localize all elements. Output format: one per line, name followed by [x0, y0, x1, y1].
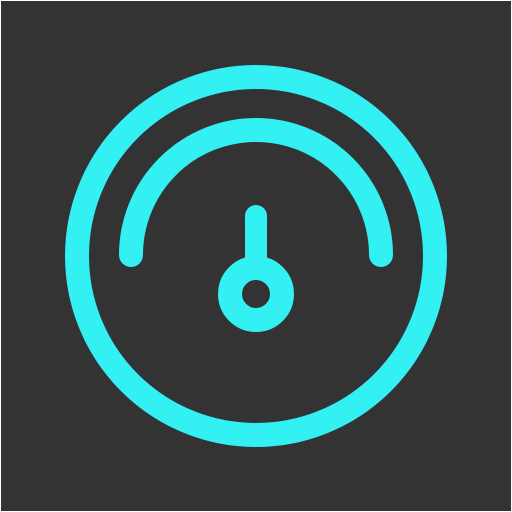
- gauge-icon: [0, 0, 512, 512]
- gauge-needle-hub: [218, 256, 294, 332]
